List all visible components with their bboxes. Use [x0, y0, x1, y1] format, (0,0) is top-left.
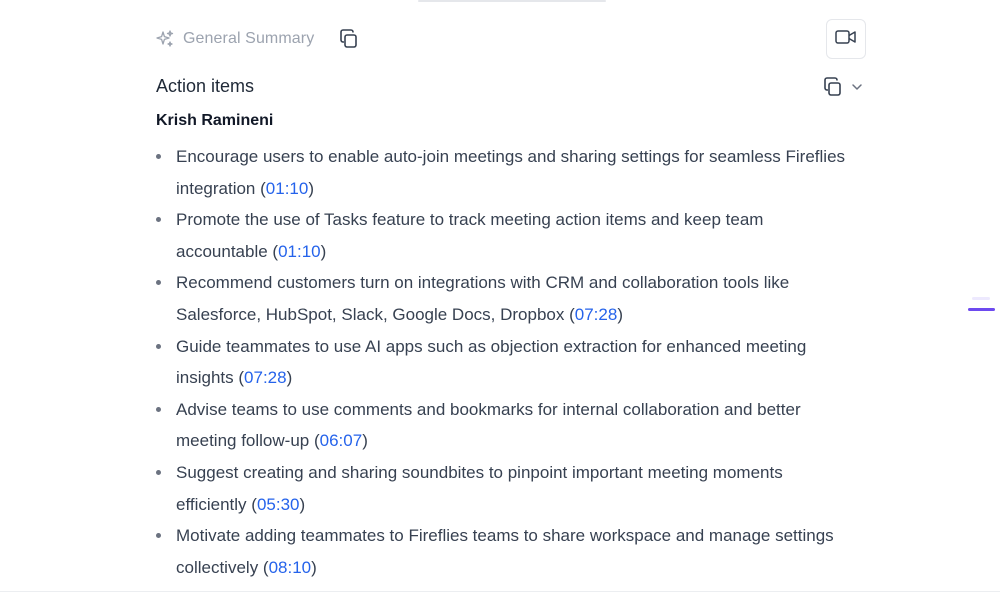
- action-items-controls: [820, 74, 864, 100]
- list-item: Promote the use of Tasks feature to trac…: [156, 204, 856, 267]
- bullet: [156, 154, 161, 159]
- bullet: [156, 217, 161, 223]
- timestamp-link[interactable]: 07:28: [244, 368, 287, 387]
- video-camera-icon: [834, 28, 858, 51]
- list-item: Motivate adding teammates to Fireflies t…: [156, 520, 856, 583]
- action-items-heading: Action items: [156, 76, 255, 96]
- chevron-down-icon[interactable]: [850, 80, 864, 94]
- timestamp-link[interactable]: 08:10: [269, 558, 312, 577]
- timestamp-link[interactable]: 06:07: [320, 431, 363, 450]
- bullet: [156, 406, 161, 412]
- video-camera-button[interactable]: [826, 19, 866, 59]
- bullet: [156, 343, 161, 349]
- list-item: Suggest creating and sharing soundbites …: [156, 457, 856, 520]
- copy-icon[interactable]: [820, 74, 846, 100]
- list-item: Encourage users to enable auto-join meet…: [156, 141, 856, 204]
- bullet: [156, 533, 161, 539]
- timestamp-link[interactable]: 07:28: [575, 305, 618, 324]
- summary-header: General Summary: [155, 26, 362, 52]
- assignee-name: Krish Ramineni: [156, 112, 274, 129]
- list-item: Advise teams to use comments and bookmar…: [156, 394, 856, 457]
- action-item-text: Promote the use of Tasks feature to trac…: [176, 210, 764, 261]
- action-items-list: Encourage users to enable auto-join meet…: [156, 141, 856, 583]
- sparkle-icon: [155, 29, 175, 49]
- bullet: [156, 469, 161, 475]
- scroll-indicator-track: [972, 297, 990, 300]
- timestamp-link[interactable]: 01:10: [266, 179, 309, 198]
- summary-panel: General Summary Action items Krish Ramin…: [0, 0, 1000, 600]
- top-tab-indicator: [418, 0, 606, 2]
- action-item-text: Advise teams to use comments and bookmar…: [176, 399, 801, 451]
- scroll-indicator[interactable]: [968, 308, 995, 311]
- timestamp-link[interactable]: 01:10: [278, 242, 321, 261]
- list-item: Recommend customers turn on integrations…: [156, 267, 856, 330]
- divider: [0, 591, 1000, 592]
- summary-title: General Summary: [183, 30, 315, 47]
- timestamp-link[interactable]: 05:30: [257, 495, 300, 514]
- list-item: Guide teammates to use AI apps such as o…: [156, 331, 856, 394]
- action-item-text: Recommend customers turn on integrations…: [176, 273, 790, 324]
- copy-icon[interactable]: [336, 26, 362, 52]
- bullet: [156, 280, 161, 286]
